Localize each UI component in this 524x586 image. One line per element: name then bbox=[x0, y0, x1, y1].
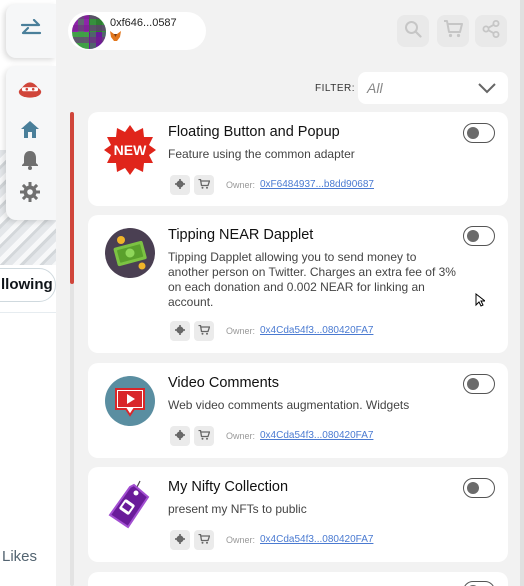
search-button[interactable] bbox=[397, 15, 429, 47]
owner-label: Owner: bbox=[226, 535, 256, 545]
chevron-down-icon bbox=[478, 81, 496, 99]
filter-select[interactable]: All bbox=[358, 72, 508, 104]
settings-button[interactable] bbox=[170, 530, 190, 550]
owner-address-link[interactable]: 0xF6484937...b8dd90687 bbox=[260, 179, 374, 190]
cart-icon bbox=[198, 322, 211, 340]
dapplet-description: Feature using the common adapter bbox=[168, 147, 355, 161]
filter-label: FILTER: bbox=[315, 83, 355, 94]
owner-address-link[interactable]: 0x4Cda54f3...080420FA7 bbox=[260, 325, 373, 336]
dapplet-description: Web video comments augmentation. Widgets bbox=[168, 398, 410, 412]
swap-arrows-icon bbox=[19, 18, 43, 44]
dapplet-card-partial bbox=[88, 572, 508, 586]
store-button[interactable] bbox=[194, 321, 214, 341]
dapplet-toggle[interactable] bbox=[463, 478, 495, 498]
gear-icon bbox=[175, 531, 185, 549]
dapplet-title: My Nifty Collection bbox=[168, 479, 289, 495]
settings-button[interactable] bbox=[170, 175, 190, 195]
store-button[interactable] bbox=[437, 15, 469, 47]
gear-icon bbox=[175, 322, 185, 340]
account-address: 0xf646...0587 bbox=[110, 17, 177, 29]
dapplets-logo-icon[interactable] bbox=[18, 76, 42, 100]
share-button[interactable] bbox=[475, 15, 507, 47]
toggle-knob bbox=[467, 126, 479, 139]
store-button[interactable] bbox=[194, 426, 214, 446]
panel-scroll-edge bbox=[520, 0, 524, 586]
dapplet-card: Video Comments Web video comments augmen… bbox=[88, 363, 508, 458]
settings-button[interactable] bbox=[170, 321, 190, 341]
nft-tag-icon bbox=[104, 479, 156, 531]
dapplet-description: Tipping Dapplet allowing you to send mon… bbox=[168, 250, 456, 309]
dapplet-toggle[interactable] bbox=[463, 123, 495, 143]
owner-address-link[interactable]: 0x4Cda54f3...080420FA7 bbox=[260, 430, 373, 441]
video-play-icon bbox=[104, 375, 156, 427]
dapplets-panel: 0xf646...0587 FILTER: All NEW Floating B… bbox=[56, 0, 524, 586]
dapplet-toggle[interactable] bbox=[463, 226, 495, 246]
cart-icon bbox=[443, 19, 463, 43]
side-nav bbox=[6, 0, 56, 586]
mouse-cursor-icon bbox=[475, 293, 485, 307]
money-icon bbox=[104, 227, 156, 279]
metamask-fox-icon bbox=[110, 31, 121, 44]
scrollbar-thumb[interactable] bbox=[70, 112, 74, 284]
dapplet-card: My Nifty Collection present my NFTs to p… bbox=[88, 467, 508, 562]
owner-label: Owner: bbox=[226, 180, 256, 190]
owner-address-link[interactable]: 0x4Cda54f3...080420FA7 bbox=[260, 534, 373, 545]
dapplet-toggle[interactable] bbox=[463, 581, 495, 586]
dapplet-toggle[interactable] bbox=[463, 374, 495, 394]
dapplet-card: Tipping NEAR Dapplet Tipping Dapplet all… bbox=[88, 215, 508, 353]
dapplet-title: Tipping NEAR Dapplet bbox=[168, 227, 314, 243]
avatar bbox=[72, 15, 106, 49]
cart-icon bbox=[198, 176, 211, 194]
cart-icon bbox=[198, 427, 211, 445]
cart-icon bbox=[198, 531, 211, 549]
filter-value: All bbox=[367, 80, 383, 96]
share-icon bbox=[482, 19, 500, 43]
gear-icon bbox=[175, 176, 185, 194]
toggle-knob bbox=[467, 377, 479, 390]
dapplet-title: Video Comments bbox=[168, 375, 279, 391]
nav-menu bbox=[6, 66, 56, 220]
toggle-knob bbox=[467, 481, 479, 494]
toggle-knob bbox=[467, 229, 479, 242]
store-button[interactable] bbox=[194, 175, 214, 195]
settings-button[interactable] bbox=[170, 426, 190, 446]
dapplet-title: Floating Button and Popup bbox=[168, 124, 340, 140]
bell-icon[interactable] bbox=[18, 148, 42, 172]
dapplet-description: present my NFTs to public bbox=[168, 502, 307, 516]
store-button[interactable] bbox=[194, 530, 214, 550]
user-account-pill[interactable]: 0xf646...0587 bbox=[68, 12, 206, 50]
svg-text:NEW: NEW bbox=[114, 142, 147, 158]
home-icon[interactable] bbox=[18, 117, 42, 141]
gear-icon[interactable] bbox=[18, 180, 42, 204]
owner-label: Owner: bbox=[226, 326, 256, 336]
toggle-panel-button[interactable] bbox=[6, 4, 56, 58]
search-icon bbox=[404, 20, 422, 43]
owner-label: Owner: bbox=[226, 431, 256, 441]
dapplet-card: NEW Floating Button and Popup Feature us… bbox=[88, 112, 508, 206]
gear-icon bbox=[175, 427, 185, 445]
new-badge-icon: NEW bbox=[104, 124, 156, 176]
